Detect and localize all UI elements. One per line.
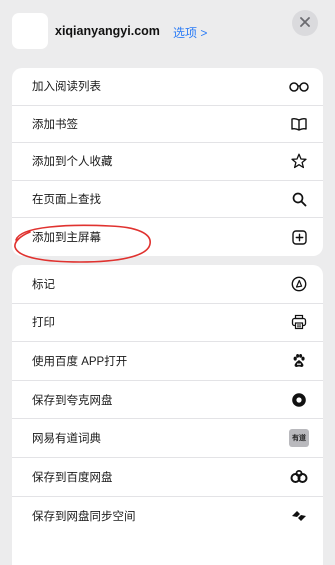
menu-item-label: 打印	[32, 317, 55, 330]
menu-item-label: 标记	[32, 278, 55, 291]
menu-item-label: 网易有道词典	[32, 433, 101, 446]
menu-item-save-sync-space[interactable]: 保存到网盘同步空间	[12, 497, 323, 536]
menu-item-label: 使用百度 APP打开	[32, 355, 128, 368]
quark-icon	[289, 390, 309, 410]
printer-icon	[289, 312, 309, 332]
share-sheet-header: xiqianyangyi.com 选项 >	[0, 0, 335, 62]
search-icon	[289, 189, 309, 209]
menu-item-save-quark[interactable]: 保存到夸克网盘	[12, 381, 323, 420]
action-group-secondary: 标记 打印 使用百度 APP打开 保存到夸克网盘 网易有道词典 有道 保存到百度…	[12, 265, 323, 565]
youdao-icon: 有道	[289, 429, 309, 448]
action-group-primary: 加入阅读列表 添加书签 添加到个人收藏 在页面上查找 添加到主屏幕	[12, 68, 323, 256]
menu-item-add-home-screen[interactable]: 添加到主屏幕	[12, 218, 323, 256]
menu-item-markup[interactable]: 标记	[12, 265, 323, 304]
menu-item-open-baidu-app[interactable]: 使用百度 APP打开	[12, 342, 323, 381]
menu-item-print[interactable]: 打印	[12, 304, 323, 343]
markup-icon	[289, 274, 309, 294]
close-button[interactable]	[292, 10, 318, 36]
menu-item-save-baidu-netdisk[interactable]: 保存到百度网盘	[12, 458, 323, 497]
star-icon	[289, 151, 309, 171]
menu-item-add-bookmark[interactable]: 添加书签	[12, 106, 323, 144]
menu-item-label: 保存到夸克网盘	[32, 394, 113, 407]
close-icon	[300, 14, 310, 32]
sync-space-icon	[289, 506, 309, 526]
baidu-netdisk-icon	[289, 467, 309, 487]
menu-item-add-favorites[interactable]: 添加到个人收藏	[12, 143, 323, 181]
menu-item-add-reading-list[interactable]: 加入阅读列表	[12, 68, 323, 106]
menu-item-label: 保存到网盘同步空间	[32, 510, 136, 523]
menu-item-label: 在页面上查找	[32, 194, 101, 207]
options-link[interactable]: 选项 >	[173, 24, 207, 41]
menu-item-label: 保存到百度网盘	[32, 471, 113, 484]
menu-item-find-on-page[interactable]: 在页面上查找	[12, 181, 323, 219]
menu-item-label: 添加书签	[32, 118, 78, 131]
reading-list-icon	[289, 76, 309, 96]
site-name: xiqianyangyi.com	[55, 24, 160, 38]
add-square-icon	[289, 227, 309, 247]
menu-item-label: 添加到主屏幕	[32, 232, 101, 245]
menu-item-label: 添加到个人收藏	[32, 156, 113, 169]
book-icon	[289, 114, 309, 134]
baidu-paw-icon	[289, 351, 309, 371]
menu-item-youdao[interactable]: 网易有道词典 有道	[12, 419, 323, 458]
menu-item-label: 加入阅读列表	[32, 81, 101, 94]
site-favicon	[12, 13, 48, 49]
